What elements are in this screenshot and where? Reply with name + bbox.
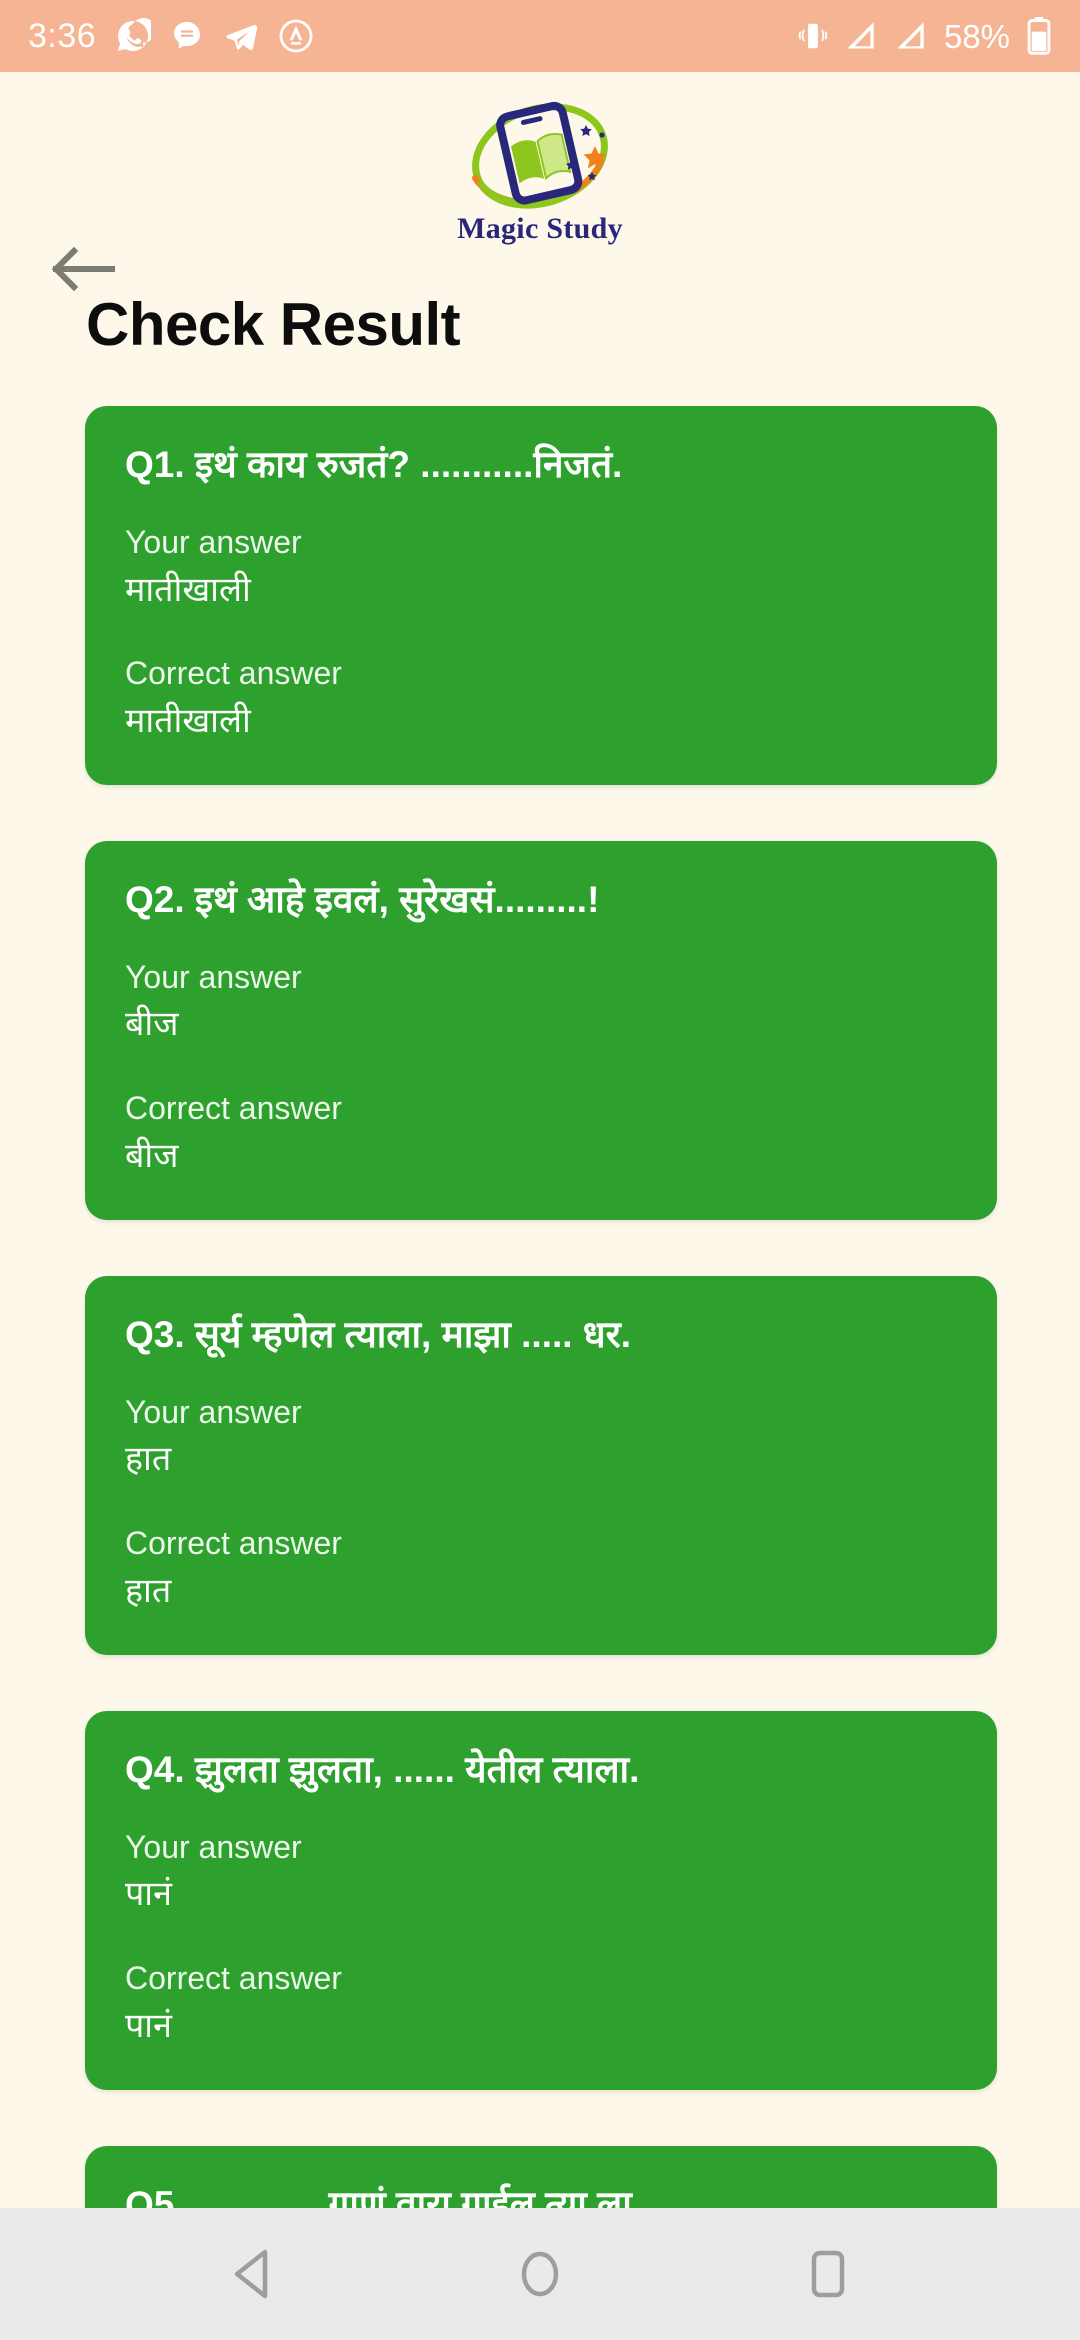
battery-icon [1026,17,1052,55]
correct-answer-block: Correct answer हात [125,1523,957,1614]
your-answer-label: Your answer [125,1828,302,1865]
result-card[interactable]: Q3. सूर्य म्हणेल त्याला, माझा ..... धर. … [85,1275,997,1655]
question-text: Q2. इथं आहे इवलं, सुरेखसं.........! [125,878,600,920]
your-answer-value: पानं [125,1875,172,1914]
correct-answer-label: Correct answer [125,1960,342,1997]
correct-answer-label: Correct answer [125,1090,342,1127]
question-text: Q3. सूर्य म्हणेल त्याला, माझा ..... धर. [125,1313,631,1355]
app-logo: Magic Study [410,94,670,254]
your-answer-block: Your answer मातीखाली [125,522,957,613]
telegram-icon [223,18,259,54]
your-answer-label: Your answer [125,1393,302,1430]
app-a-icon [278,18,314,54]
nav-back-triangle-icon [234,2249,268,2299]
result-card[interactable]: Q4. झुलता झुलता, ...... येतील त्याला. Yo… [85,1710,997,2090]
your-answer-block: Your answer पानं [125,1827,957,1918]
correct-answer-value: मातीखाली [125,702,251,741]
your-answer-value: हात [125,1440,172,1479]
your-answer-label: Your answer [125,958,302,995]
correct-answer-block: Correct answer बीज [125,1088,957,1179]
nav-back-button[interactable] [208,2230,296,2318]
phone-screen: 3:36 58% Magic Study Check Result Q1. इथ… [0,0,1080,2340]
page-title: Check Result [86,291,461,358]
signal-1-icon [844,20,878,52]
result-list[interactable]: Q1. इथं काय रुजतं? ...........निजतं. You… [0,406,1080,2208]
result-card[interactable]: Q1. इथं काय रुजतं? ...........निजतं. You… [85,406,997,785]
your-answer-block: Your answer हात [125,1392,957,1483]
status-bar-left: 3:36 [28,18,314,54]
correct-answer-value: हात [125,1571,172,1610]
status-bar-right: 58% [798,17,1052,55]
correct-answer-block: Correct answer पानं [125,1958,957,2049]
nav-home-button[interactable] [496,2230,584,2318]
nav-recents-button[interactable] [784,2230,872,2318]
your-answer-value: बीज [125,1005,179,1044]
nav-home-circle-icon [521,2251,559,2297]
correct-answer-value: पानं [125,2006,172,2045]
whatsapp-icon [115,18,152,54]
nav-recents-square-icon [811,2250,845,2298]
result-card[interactable]: Q2. इथं आहे इवलं, सुरेखसं.........! Your… [85,840,997,1220]
status-bar: 3:36 58% [0,0,1080,72]
signal-2-icon [894,20,928,52]
app-header: Magic Study [0,72,1080,322]
battery-percent-label: 58% [943,17,1010,55]
correct-answer-label: Correct answer [125,1525,342,1562]
your-answer-label: Your answer [125,523,302,560]
question-text: Q4. झुलता झुलता, ...... येतील त्याला. [125,1748,640,1790]
question-text: Q1. इथं काय रुजतं? ...........निजतं. [125,444,623,485]
question-text: Q5. ............ गाणं वारा गाईल त्या ला, [125,2183,643,2208]
correct-answer-value: बीज [125,1136,179,1175]
messages-icon [170,19,204,53]
your-answer-block: Your answer बीज [125,957,957,1048]
back-button[interactable] [48,240,126,298]
android-navigation-bar [0,2208,1080,2340]
vibrate-icon [798,20,828,52]
back-arrow-icon [51,246,115,292]
magic-study-logo-icon [472,101,608,209]
correct-answer-label: Correct answer [125,655,342,692]
correct-answer-block: Correct answer मातीखाली [125,653,957,744]
logo-wordmark: Magic Study [457,212,623,245]
your-answer-value: मातीखाली [125,570,251,609]
result-card[interactable]: Q5. ............ गाणं वारा गाईल त्या ला,… [85,2145,997,2208]
status-bar-clock: 3:36 [28,17,97,55]
